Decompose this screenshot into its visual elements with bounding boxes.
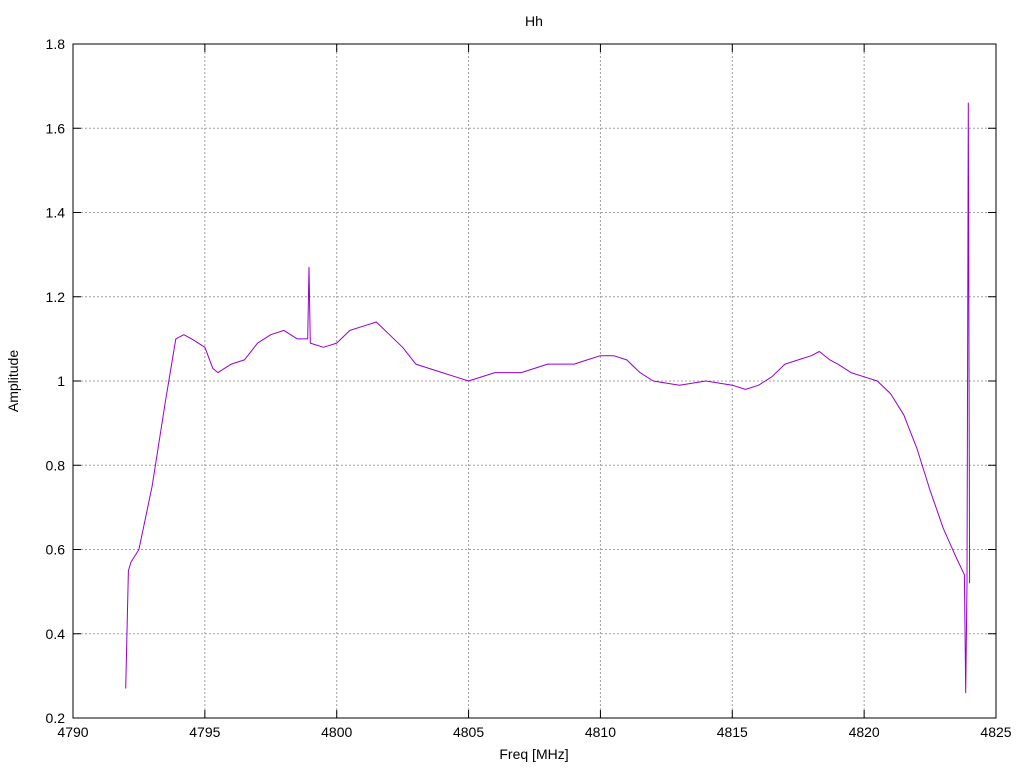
y-tick-label: 1 xyxy=(57,373,65,389)
x-tick-label: 4800 xyxy=(321,724,352,740)
x-tick-label: 4820 xyxy=(849,724,880,740)
y-tick-label: 1.8 xyxy=(46,36,66,52)
y-tick-label: 0.6 xyxy=(46,542,66,558)
series-line-0 xyxy=(125,102,971,694)
x-axis-label: Freq [MHz] xyxy=(499,746,568,762)
y-tick-label: 1.6 xyxy=(46,120,66,136)
grid xyxy=(73,44,996,718)
y-tick-labels: 0.2 0.4 0.6 0.8 1 1.2 1.4 1.6 1.8 xyxy=(46,36,66,726)
y-tick-label: 0.8 xyxy=(46,457,66,473)
x-tick-label: 4810 xyxy=(585,724,616,740)
line-chart: 4790 4795 4800 4805 4810 4815 4820 4825 0.20.40… xyxy=(5,13,1012,762)
x-tick-label: 4805 xyxy=(453,724,484,740)
series-layer xyxy=(125,102,971,694)
chart-container: 4790 4795 4800 4805 4810 4815 4820 4825 0.2 0.4 0… xyxy=(0,0,1024,768)
y-tick-label: 1.2 xyxy=(46,289,66,305)
x-tick-label: 4790 xyxy=(57,724,88,740)
y-tick-label: 0.2 xyxy=(46,710,66,726)
x-tick-labels: 4790 4795 4800 4805 4810 4815 4820 4825 xyxy=(57,724,1011,740)
x-tick-label: 4795 xyxy=(189,724,220,740)
x-tick-label: 4815 xyxy=(717,724,748,740)
y-tick-label: 0.4 xyxy=(46,626,66,642)
chart-title: Hh xyxy=(525,13,543,29)
y-tick-label: 1.4 xyxy=(46,205,66,221)
x-tick-label: 4825 xyxy=(980,724,1011,740)
y-axis-label: Amplitude xyxy=(5,350,21,412)
